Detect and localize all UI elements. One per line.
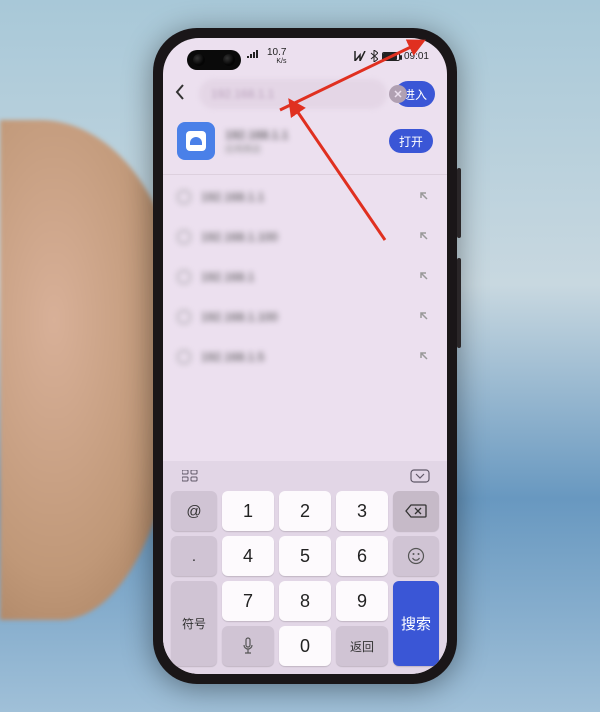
keyboard-collapse-icon[interactable]: [407, 467, 433, 485]
suggestion-text: 192.168.1: [201, 270, 254, 284]
signal-icon: [247, 48, 259, 58]
key-5[interactable]: 5: [279, 536, 331, 576]
suggestion-text: 192.168.1.100: [201, 230, 278, 244]
key-9[interactable]: 9: [336, 581, 388, 621]
globe-icon: [177, 230, 191, 244]
suggestion-item[interactable]: 192.168.1: [163, 257, 447, 297]
suggestion-text: 192.168.1.1: [201, 190, 264, 204]
key-3[interactable]: 3: [336, 491, 388, 531]
key-mic[interactable]: [222, 626, 274, 666]
camera-cutout: [187, 50, 241, 70]
open-button[interactable]: 打开: [389, 129, 433, 153]
key-1[interactable]: 1: [222, 491, 274, 531]
key-return[interactable]: 返回: [336, 626, 388, 666]
phone-frame: 10.7 K/s 09:01 192.168.1.1 进入: [153, 28, 457, 684]
key-backspace[interactable]: [393, 491, 439, 531]
globe-icon: [177, 310, 191, 324]
key-emoji[interactable]: [393, 536, 439, 576]
key-search[interactable]: 搜索: [393, 581, 439, 666]
top-result-row[interactable]: 192.168.1.1 应用商店 打开: [163, 114, 447, 175]
bluetooth-icon: [370, 50, 378, 62]
search-text: 192.168.1.1: [211, 87, 274, 101]
key-7[interactable]: 7: [222, 581, 274, 621]
key-8[interactable]: 8: [279, 581, 331, 621]
suggestion-list: 192.168.1.1 192.168.1.100 192.168.1: [163, 175, 447, 379]
status-time: 09:01: [404, 51, 429, 62]
suggestion-text: 192.168.1.5: [201, 350, 264, 364]
keyboard-grid-icon[interactable]: [177, 467, 203, 485]
net-speed: 10.7 K/s: [267, 48, 286, 65]
key-2[interactable]: 2: [279, 491, 331, 531]
suggestion-item[interactable]: 192.168.1.1: [163, 177, 447, 217]
key-4[interactable]: 4: [222, 536, 274, 576]
suggestion-item[interactable]: 192.168.1.100: [163, 297, 447, 337]
search-input[interactable]: 192.168.1.1: [199, 79, 387, 109]
key-symbols[interactable]: 符号: [171, 581, 217, 666]
app-title: 192.168.1.1: [225, 128, 379, 142]
back-button[interactable]: [175, 84, 191, 105]
globe-icon: [177, 190, 191, 204]
app-icon: [177, 122, 215, 160]
key-dot[interactable]: .: [171, 536, 217, 576]
suggestion-item[interactable]: 192.168.1.100: [163, 217, 447, 257]
search-row: 192.168.1.1 进入: [163, 74, 447, 114]
volume-button[interactable]: [457, 258, 461, 348]
key-at[interactable]: @: [171, 491, 217, 531]
suggestion-item[interactable]: 192.168.1.5: [163, 337, 447, 377]
arrow-upleft-icon: [419, 308, 429, 326]
globe-icon: [177, 270, 191, 284]
arrow-upleft-icon: [419, 268, 429, 286]
power-button[interactable]: [457, 168, 461, 238]
globe-icon: [177, 350, 191, 364]
screen: 10.7 K/s 09:01 192.168.1.1 进入: [163, 38, 447, 674]
arrow-upleft-icon: [419, 348, 429, 366]
key-6[interactable]: 6: [336, 536, 388, 576]
battery-icon: [382, 52, 400, 61]
nfc-icon: [354, 51, 366, 61]
key-0[interactable]: 0: [279, 626, 331, 666]
keyboard: @ 1 2 3 . 4 5 6 符号 7 8 9 搜索: [163, 461, 447, 674]
arrow-upleft-icon: [419, 228, 429, 246]
app-subtitle: 应用商店: [225, 142, 379, 155]
suggestion-text: 192.168.1.100: [201, 310, 278, 324]
arrow-upleft-icon: [419, 188, 429, 206]
clear-button[interactable]: [389, 85, 407, 103]
